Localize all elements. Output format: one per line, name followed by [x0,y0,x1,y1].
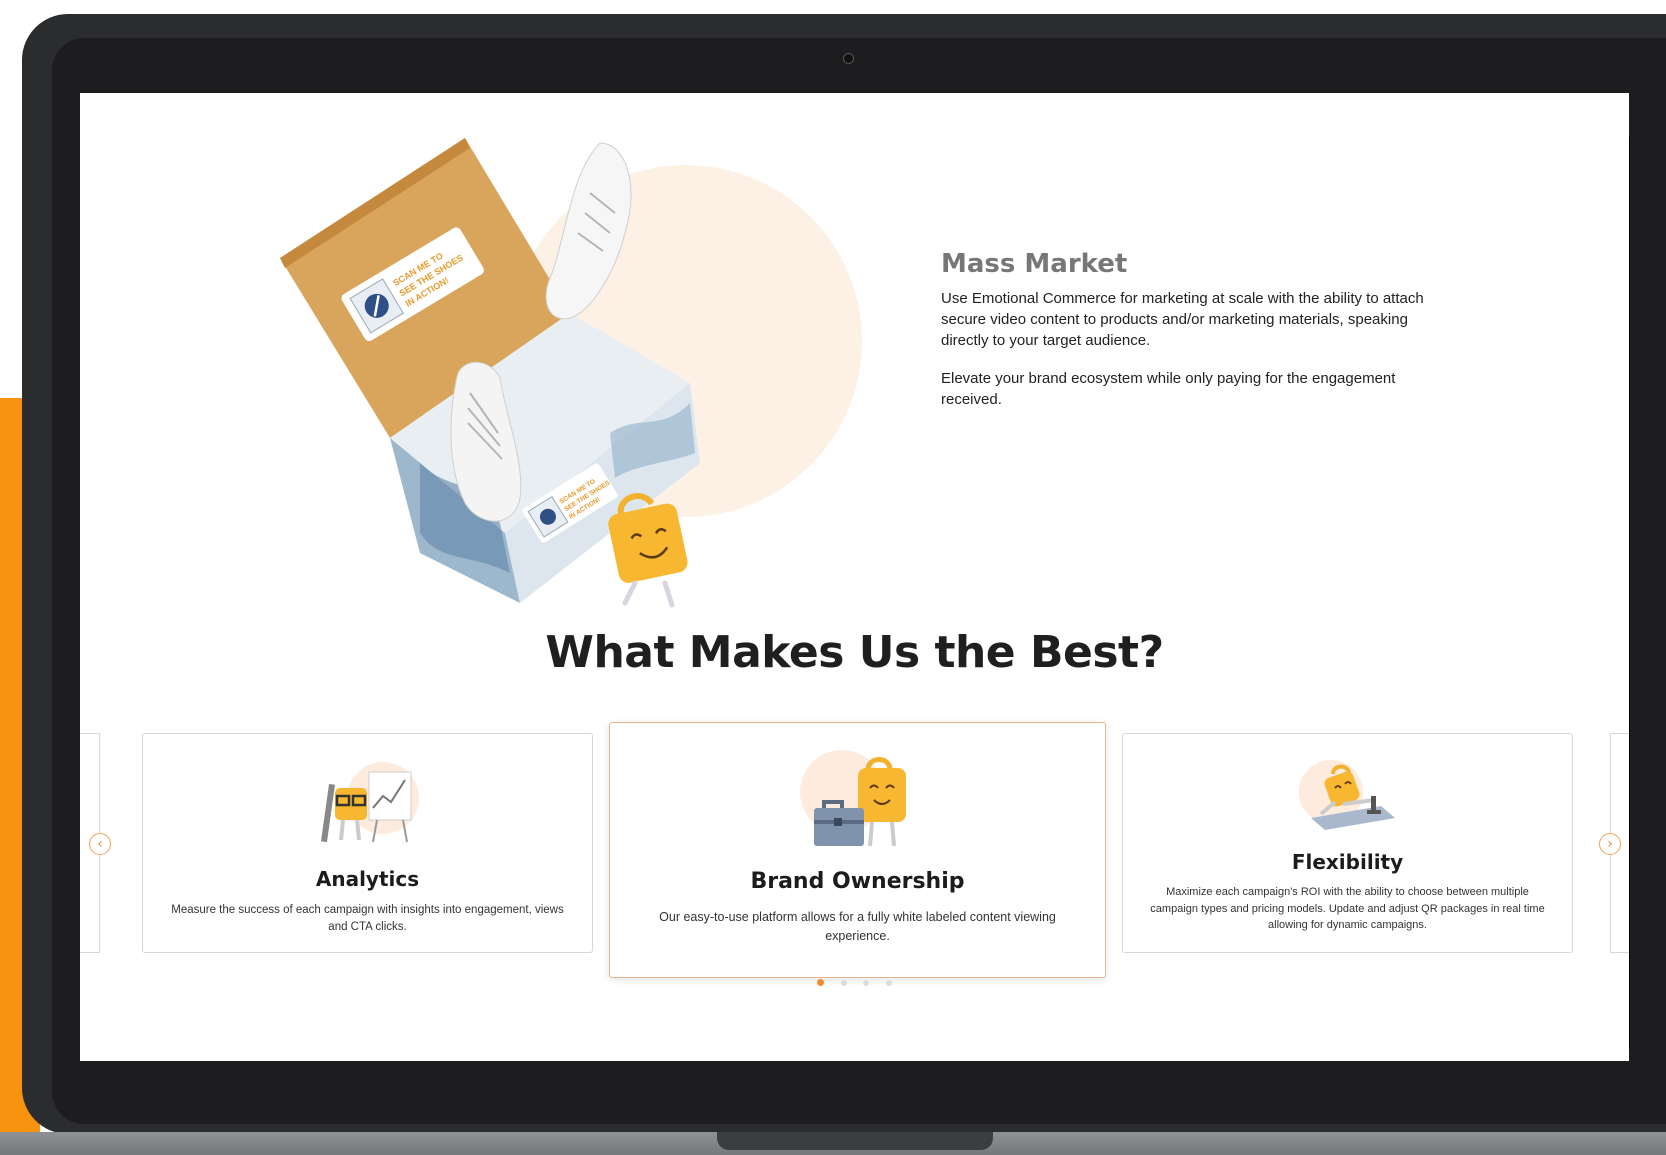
feature-card-brand-ownership[interactable]: Brand Ownership Our easy-to-use platform… [609,722,1106,978]
carousel-pagination [80,973,1629,991]
card-description: Measure the success of each campaign wit… [171,904,564,933]
camera-icon [843,53,854,64]
pagination-dot-4[interactable] [885,980,892,986]
pagination-dot-3[interactable] [863,980,870,986]
analytics-icon [320,762,419,843]
shoe-box-illustration: SCAN ME TO SEE THE SHOES IN ACTION! SCAN… [280,138,700,608]
mass-market-title: Mass Market [941,249,1128,279]
screen: SCAN ME TO SEE THE SHOES IN ACTION! SCAN… [80,93,1629,1061]
mass-market-paragraph-1: Use Emotional Commerce for marketing at … [941,290,1424,349]
card-description: Maximize each campaign's ROI with the ab… [1150,886,1545,931]
card-title: Flexibility [1291,850,1404,874]
carousel-next-button[interactable]: › [1599,833,1621,855]
pagination-dot-2[interactable] [840,980,847,986]
laptop-notch [717,1132,993,1150]
section-title: What Makes Us the Best? [545,627,1164,678]
card-description: Our easy-to-use platform allows for a fu… [659,910,1056,943]
briefcase-icon [800,750,906,847]
card-title: Brand Ownership [750,869,965,894]
feature-card-analytics[interactable]: Analytics Measure the success of each ca… [142,733,593,953]
mass-market-paragraph-2: Elevate your brand ecosystem while only … [941,370,1396,408]
feature-card-flexibility[interactable]: Flexibility Maximize each campaign's ROI… [1122,733,1573,953]
carousel-prev-button[interactable]: ‹ [89,833,111,855]
card-title: Analytics [315,867,420,891]
pagination-dot-1[interactable] [817,979,825,986]
yoga-icon [1299,760,1395,830]
